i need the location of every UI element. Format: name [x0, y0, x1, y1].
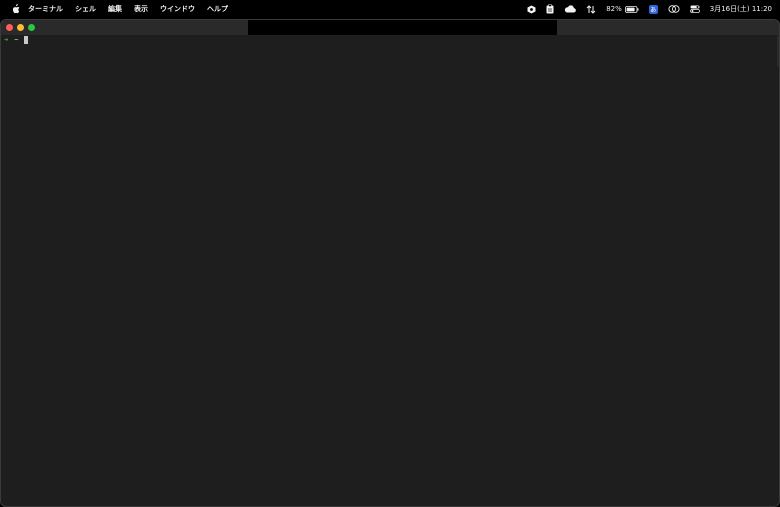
- menu-app-terminal[interactable]: ターミナル: [28, 4, 63, 14]
- apple-menu-icon[interactable]: [8, 4, 22, 14]
- transfer-arrows-icon[interactable]: [586, 4, 596, 14]
- menu-window[interactable]: ウインドウ: [160, 4, 195, 14]
- menu-shell[interactable]: シェル: [75, 4, 96, 14]
- menu-bar: ターミナル シェル 編集 表示 ウインドウ ヘルプ 82% あ 3月16日(土)…: [0, 0, 780, 18]
- terminal-content[interactable]: ➜ ~: [4, 36, 29, 44]
- clipboard-icon[interactable]: [546, 4, 554, 14]
- menu-view[interactable]: 表示: [134, 4, 148, 14]
- text-cursor: [24, 36, 29, 44]
- menu-help[interactable]: ヘルプ: [207, 4, 228, 14]
- prompt-cwd: ~: [14, 36, 19, 44]
- minimize-button[interactable]: [17, 24, 24, 31]
- prompt-arrow: ➜: [4, 36, 9, 44]
- title-bar[interactable]: [1, 20, 779, 35]
- battery-percent: 82%: [606, 5, 622, 13]
- zoom-button[interactable]: [28, 24, 35, 31]
- close-button[interactable]: [6, 24, 13, 31]
- cloud-icon[interactable]: [564, 5, 577, 13]
- title-bar-gap: [248, 20, 557, 35]
- scrollbar[interactable]: [777, 36, 779, 66]
- ime-indicator[interactable]: あ: [648, 4, 658, 14]
- battery-icon: [624, 5, 639, 13]
- status-area: 82% あ 3月16日(土) 11:20: [527, 0, 772, 18]
- control-center-icon[interactable]: [668, 5, 680, 13]
- extension-icon[interactable]: [527, 5, 536, 14]
- battery-status[interactable]: 82%: [606, 5, 639, 13]
- toggle-icon[interactable]: [689, 5, 700, 13]
- terminal-window: ➜ ~: [0, 19, 780, 507]
- traffic-lights: [6, 24, 35, 31]
- menu-edit[interactable]: 編集: [108, 4, 122, 14]
- menu-clock[interactable]: 3月16日(土) 11:20: [710, 4, 772, 14]
